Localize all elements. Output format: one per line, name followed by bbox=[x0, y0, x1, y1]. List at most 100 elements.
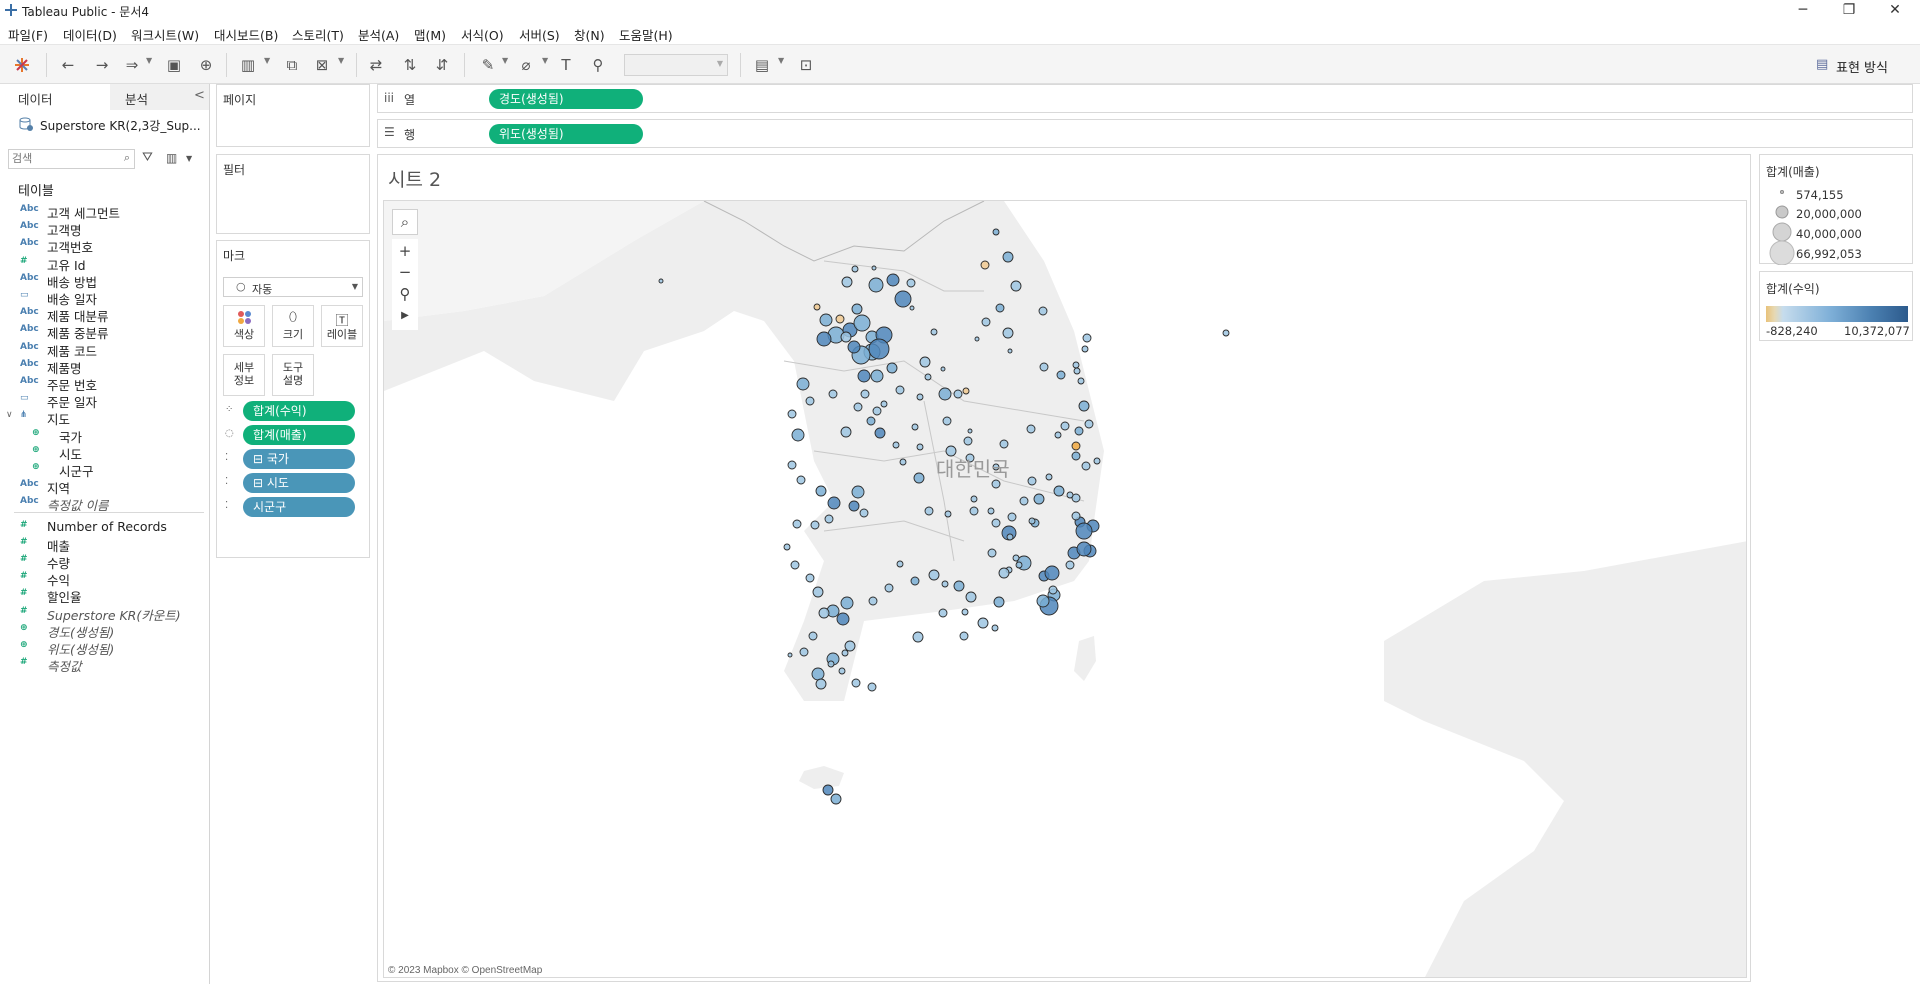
save-icon[interactable]: ▣ bbox=[164, 55, 184, 75]
map-bubble[interactable] bbox=[1026, 424, 1036, 434]
clear-dropdown-icon[interactable]: ▼ bbox=[338, 56, 344, 65]
map-bubble[interactable] bbox=[940, 366, 946, 372]
map-bubble[interactable] bbox=[1007, 512, 1017, 522]
pin-icon[interactable]: ⚲ bbox=[588, 55, 608, 75]
map-bubble[interactable] bbox=[847, 340, 861, 354]
map-bubble[interactable] bbox=[1002, 251, 1014, 263]
mark-pill[interactable]: 시군구 bbox=[243, 497, 355, 517]
map-bubble[interactable] bbox=[1012, 554, 1020, 562]
map-bubble[interactable] bbox=[787, 460, 797, 470]
map-bubble[interactable] bbox=[1071, 451, 1081, 461]
map-bubble[interactable] bbox=[1084, 419, 1094, 429]
map-bubble[interactable] bbox=[987, 548, 997, 558]
map-bubble[interactable] bbox=[1074, 426, 1084, 436]
field-item[interactable]: Abc 측정값 이름 bbox=[0, 492, 205, 513]
map-bubble[interactable] bbox=[1077, 377, 1085, 385]
map-bubble[interactable] bbox=[977, 617, 989, 629]
map-bubble[interactable] bbox=[886, 273, 900, 287]
map-bubble[interactable] bbox=[993, 596, 1005, 608]
map-bubble[interactable] bbox=[853, 402, 863, 412]
color-button[interactable]: 색상 bbox=[223, 305, 265, 347]
view-dropdown-icon[interactable]: ▼ bbox=[186, 154, 192, 163]
map-bubble[interactable] bbox=[1081, 345, 1089, 353]
map-bubble[interactable] bbox=[824, 514, 834, 524]
new-worksheet-dropdown-icon[interactable]: ▼ bbox=[264, 56, 270, 65]
map-bubble[interactable] bbox=[796, 377, 810, 391]
map-bubble[interactable] bbox=[1028, 517, 1036, 525]
size-legend-title[interactable]: 합계(매출) bbox=[1766, 163, 1820, 180]
minimize-button[interactable]: ─ bbox=[1780, 0, 1826, 22]
map-bubble[interactable] bbox=[899, 458, 907, 466]
map-bubble[interactable] bbox=[995, 303, 1005, 313]
map-bubble[interactable] bbox=[813, 303, 821, 311]
map-bubble[interactable] bbox=[981, 317, 991, 327]
map-bubble[interactable] bbox=[910, 576, 920, 586]
map-bubble[interactable] bbox=[916, 393, 924, 401]
menu-dashboard[interactable]: 대시보드(B) bbox=[214, 25, 278, 44]
map-bubble[interactable] bbox=[913, 472, 925, 484]
menu-window[interactable]: 창(N) bbox=[574, 25, 605, 44]
map-bubble[interactable] bbox=[1019, 496, 1029, 506]
map-bubble[interactable] bbox=[868, 338, 890, 360]
map-bubble[interactable] bbox=[894, 290, 912, 308]
map-bubble[interactable] bbox=[896, 560, 904, 568]
map-canvas[interactable]: 대한민국 © 2023 Mapbox © OpenStreetMap bbox=[384, 201, 1747, 978]
map-bubble[interactable] bbox=[827, 660, 835, 668]
map-bubble[interactable] bbox=[1002, 327, 1014, 339]
map-bubble[interactable] bbox=[959, 631, 969, 641]
redo-icon[interactable]: → bbox=[92, 55, 112, 75]
highlight-icon[interactable]: ✎ bbox=[478, 55, 498, 75]
tooltip-button[interactable]: 도구 설명 bbox=[272, 354, 314, 396]
mark-pill[interactable]: ⊟ 국가 bbox=[243, 449, 355, 469]
map-bubble[interactable] bbox=[1073, 367, 1081, 375]
map-bubble[interactable] bbox=[962, 387, 970, 395]
map-bubble[interactable] bbox=[924, 506, 934, 516]
map-bubble[interactable] bbox=[827, 496, 841, 510]
map-bubble[interactable] bbox=[819, 313, 833, 327]
map-area[interactable]: 대한민국 © 2023 Mapbox © OpenStreetMap ⌕ + −… bbox=[383, 200, 1747, 978]
map-bubble[interactable] bbox=[1078, 400, 1090, 412]
map-bubble[interactable] bbox=[836, 612, 850, 626]
filters-shelf[interactable]: 필터 bbox=[216, 154, 370, 234]
map-bubble[interactable] bbox=[816, 331, 832, 347]
clear-sheet-icon[interactable]: ⊠ bbox=[312, 55, 332, 75]
label-icon[interactable]: T bbox=[556, 55, 576, 75]
columns-pill[interactable]: 경도(생성됨) bbox=[489, 89, 643, 109]
map-bubble[interactable] bbox=[848, 500, 860, 512]
map-bubble[interactable] bbox=[998, 567, 1010, 579]
map-bubble[interactable] bbox=[1222, 329, 1230, 337]
map-bubble[interactable] bbox=[1071, 511, 1081, 521]
map-bubble[interactable] bbox=[859, 508, 869, 518]
map-bubble[interactable] bbox=[953, 580, 965, 592]
map-bubble[interactable] bbox=[1048, 585, 1058, 595]
menu-server[interactable]: 서버(S) bbox=[519, 25, 560, 44]
map-bubble[interactable] bbox=[884, 583, 894, 593]
map-bubble[interactable] bbox=[938, 387, 952, 401]
group-dropdown-icon[interactable]: ▼ bbox=[542, 56, 548, 65]
map-bubble[interactable] bbox=[805, 396, 815, 406]
map-bubble[interactable] bbox=[870, 369, 884, 383]
menu-data[interactable]: 데이터(D) bbox=[63, 25, 117, 44]
map-bubble[interactable] bbox=[886, 362, 898, 374]
map-bubble[interactable] bbox=[787, 409, 797, 419]
map-bubble[interactable] bbox=[791, 428, 805, 442]
map-bubble[interactable] bbox=[790, 560, 800, 570]
highlight-dropdown-icon[interactable]: ▼ bbox=[502, 56, 508, 65]
menu-story[interactable]: 스토리(T) bbox=[292, 25, 344, 44]
map-bubble[interactable] bbox=[942, 416, 952, 426]
fit-dropdown[interactable]: ▼ bbox=[624, 54, 728, 76]
map-search-button[interactable]: ⌕ bbox=[392, 209, 418, 235]
pages-shelf[interactable]: 페이지 bbox=[216, 84, 370, 147]
map-bubble[interactable] bbox=[851, 303, 863, 315]
map-bubble[interactable] bbox=[1039, 362, 1049, 372]
map-bubble[interactable] bbox=[906, 278, 916, 288]
menu-worksheet[interactable]: 워크시트(W) bbox=[131, 25, 199, 44]
map-bubble[interactable] bbox=[830, 793, 842, 805]
map-bubble[interactable] bbox=[840, 331, 852, 343]
map-bubble[interactable] bbox=[945, 445, 957, 457]
map-bubble[interactable] bbox=[953, 389, 963, 399]
map-bubble[interactable] bbox=[963, 436, 973, 446]
tab-data[interactable]: 데이터 bbox=[0, 84, 110, 110]
map-bubble[interactable] bbox=[991, 518, 1001, 528]
map-bubble[interactable] bbox=[874, 427, 886, 439]
